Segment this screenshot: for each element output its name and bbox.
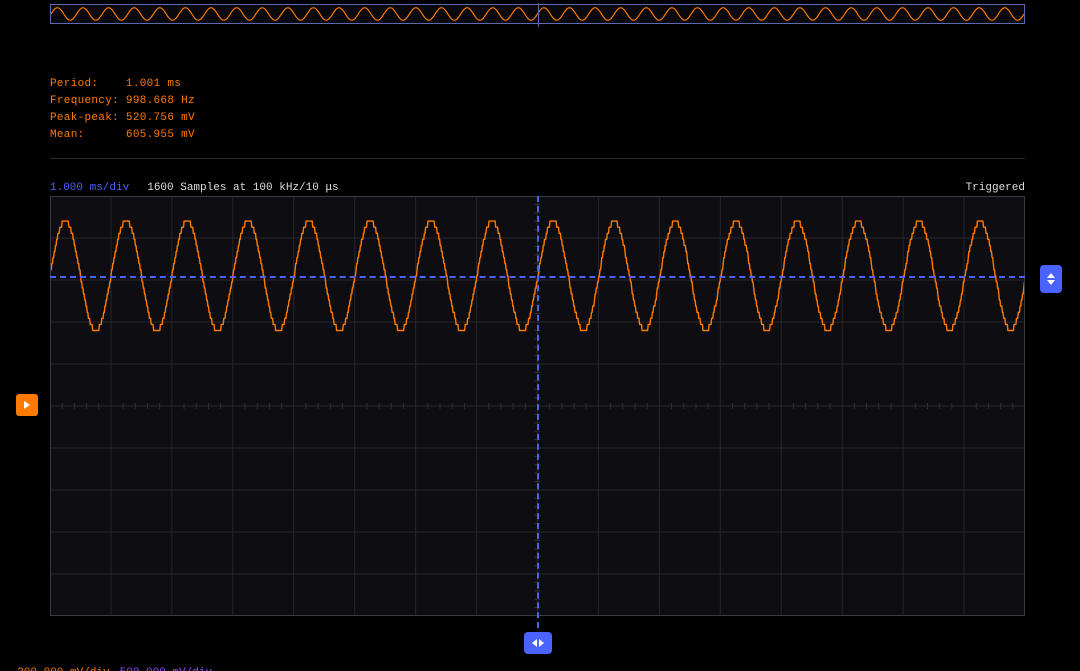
trigger-status: Triggered [966,182,1025,194]
scope-display[interactable] [50,196,1025,616]
chevron-right-icon [539,639,544,647]
scope-header: 1.000 ms/div 1600 Samples at 100 kHz/10 … [50,182,1025,194]
overview-trigger-marker [538,3,539,27]
measurements-panel: Period: 1.001 ms Frequency: 998.668 Hz P… [50,76,195,144]
measurement-mean: Mean: 605.955 mV [50,127,195,144]
sample-info: 1600 Samples at 100 kHz/10 μs [147,182,338,194]
overview-strip[interactable] [50,4,1025,24]
measurement-peak-peak: Peak-peak: 520.756 mV [50,110,195,127]
time-offset-handle[interactable] [524,632,552,654]
chevron-left-icon [532,639,537,647]
ch1-scale: 200.000 mV/div [17,667,109,671]
channel-scales: 200.000 mV/div 500.000 mV/div [4,655,212,671]
measurement-period: Period: 1.001 ms [50,76,195,93]
trigger-level-handle[interactable] [1040,265,1062,293]
ch2-scale: 500.000 mV/div [120,667,212,671]
measurement-frequency: Frequency: 998.668 Hz [50,93,195,110]
divider [50,158,1025,159]
time-per-div: 1.000 ms/div [50,182,129,194]
chevron-down-icon [1047,280,1055,285]
channel-offset-handle[interactable] [16,394,38,416]
chevron-up-icon [1047,273,1055,278]
chevron-right-icon [24,401,30,409]
